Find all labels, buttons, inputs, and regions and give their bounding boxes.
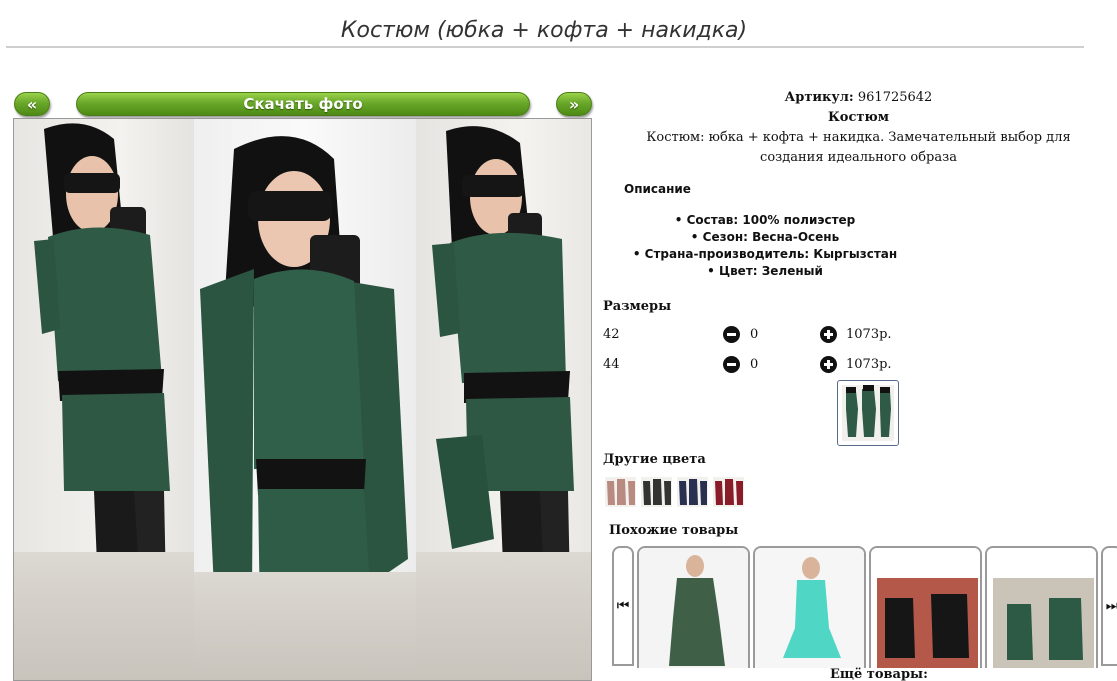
price: 1073р. bbox=[846, 327, 892, 342]
sku-label: Артикул: bbox=[784, 90, 854, 105]
size-row: 44 0 1073р. bbox=[603, 354, 903, 376]
size-row: 42 0 1073р. bbox=[603, 324, 903, 346]
property-item: Страна-производитель: Кыргызстан bbox=[600, 246, 930, 263]
similar-product-card[interactable] bbox=[985, 546, 1098, 668]
more-products-label: Ещё товары: bbox=[830, 667, 928, 681]
price: 1073р. bbox=[846, 357, 892, 372]
product-thumbnail[interactable] bbox=[837, 380, 899, 446]
size-label: 42 bbox=[603, 327, 620, 342]
photo-panel-with-cape bbox=[194, 119, 416, 680]
similar-product-card[interactable] bbox=[753, 546, 866, 668]
title-divider bbox=[6, 46, 1084, 48]
minus-icon[interactable] bbox=[723, 326, 740, 343]
color-swatch[interactable] bbox=[713, 477, 744, 507]
quantity-value: 0 bbox=[750, 327, 759, 342]
color-swatch[interactable] bbox=[677, 477, 708, 507]
plus-icon[interactable] bbox=[820, 326, 837, 343]
quantity-value: 0 bbox=[750, 357, 759, 372]
properties-list: Состав: 100% полиэстер Сезон: Весна-Осен… bbox=[600, 212, 930, 280]
carousel-prev-icon[interactable]: ⏮ bbox=[612, 546, 634, 666]
minus-icon[interactable] bbox=[723, 356, 740, 373]
similar-products-heading: Похожие товары bbox=[609, 523, 739, 538]
product-info: Артикул: 961725642 Костюм Костюм: юбка +… bbox=[600, 88, 1117, 168]
size-label: 44 bbox=[603, 357, 620, 372]
download-photo-button[interactable]: Скачать фото bbox=[76, 92, 530, 116]
other-colors-heading: Другие цвета bbox=[603, 452, 706, 467]
photo-panel-side bbox=[416, 119, 591, 680]
color-swatch[interactable] bbox=[641, 477, 672, 507]
property-item: Состав: 100% полиэстер bbox=[600, 212, 930, 229]
color-swatch[interactable] bbox=[605, 477, 636, 507]
sizes-heading: Размеры bbox=[603, 299, 672, 314]
product-main-photo[interactable] bbox=[13, 118, 592, 681]
next-photo-button[interactable]: » bbox=[556, 92, 592, 116]
similar-product-card[interactable] bbox=[637, 546, 750, 668]
plus-icon[interactable] bbox=[820, 356, 837, 373]
product-type: Костюм bbox=[827, 110, 890, 125]
carousel-next-icon[interactable]: ⏭ bbox=[1101, 546, 1117, 666]
description-heading: Описание bbox=[624, 182, 691, 196]
property-item: Цвет: Зеленый bbox=[600, 263, 930, 280]
product-description: Костюм: юбка + кофта + накидка. Замечате… bbox=[646, 130, 1071, 165]
page-title: Костюм (юбка + кофта + накидка) bbox=[340, 18, 748, 43]
prev-photo-button[interactable]: « bbox=[14, 92, 50, 116]
sku-value: 961725642 bbox=[857, 90, 933, 105]
similar-product-card[interactable] bbox=[869, 546, 982, 668]
photo-panel-front bbox=[14, 119, 194, 680]
property-item: Сезон: Весна-Осень bbox=[600, 229, 930, 246]
